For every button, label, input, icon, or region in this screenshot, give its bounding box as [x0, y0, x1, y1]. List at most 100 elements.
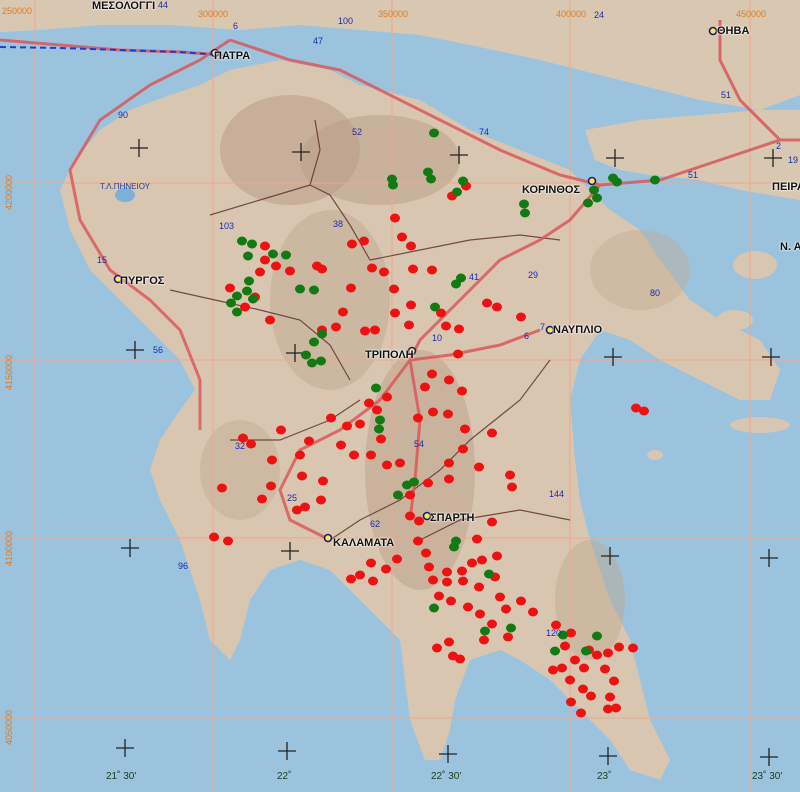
- point-green: [317, 329, 327, 339]
- city-label-mesologgi: ΜΕΣΟΛΟΓΓΙ: [92, 0, 156, 12]
- point-red: [570, 655, 580, 665]
- point-red: [460, 424, 470, 434]
- point-red: [639, 406, 649, 416]
- point-red: [326, 413, 336, 423]
- point-red: [390, 308, 400, 318]
- point-red: [611, 703, 621, 713]
- point-red: [455, 654, 465, 664]
- point-red: [342, 421, 352, 431]
- point-green: [371, 383, 381, 393]
- point-red: [364, 398, 374, 408]
- point-green: [484, 569, 494, 579]
- point-red: [507, 482, 517, 492]
- point-green: [451, 536, 461, 546]
- point-red: [267, 455, 277, 465]
- road-number: 62: [370, 519, 381, 529]
- point-red: [368, 576, 378, 586]
- road-number: 80: [650, 288, 661, 298]
- point-green: [295, 284, 305, 294]
- degree-label: 23˚: [597, 771, 612, 782]
- point-red: [420, 382, 430, 392]
- point-green: [456, 273, 466, 283]
- point-green: [393, 490, 403, 500]
- point-red: [474, 582, 484, 592]
- point-green: [650, 175, 660, 185]
- degree-label: 21˚ 30': [106, 771, 137, 782]
- point-red: [467, 558, 477, 568]
- city-label-pyrgos: ΠΥΡΓΟΣ: [120, 275, 165, 287]
- point-green: [243, 251, 253, 261]
- point-red: [346, 574, 356, 584]
- island-aegina: [717, 310, 753, 330]
- point-red: [349, 450, 359, 460]
- road-number: 44: [158, 0, 169, 10]
- point-red: [366, 558, 376, 568]
- city-label-kalamata: ΚΑΛΑΜΑΤΑ: [333, 537, 395, 549]
- road-number: 144: [549, 489, 565, 499]
- point-red: [347, 239, 357, 249]
- point-red: [603, 648, 613, 658]
- point-red: [516, 312, 526, 322]
- city-label-n-a: Ν. Α: [780, 241, 800, 253]
- point-red: [421, 548, 431, 558]
- point-red: [217, 483, 227, 493]
- point-red: [397, 232, 407, 242]
- point-red: [441, 321, 451, 331]
- city-label-tripoli: ΤΡΙΠΟΛΗ: [365, 349, 414, 361]
- point-red: [372, 405, 382, 415]
- point-red: [475, 609, 485, 619]
- grid-x-label: 450000: [736, 9, 767, 19]
- point-red: [346, 283, 356, 293]
- point-red: [487, 428, 497, 438]
- road-number: 2: [776, 141, 782, 151]
- point-red: [463, 602, 473, 612]
- point-red: [265, 315, 275, 325]
- point-green: [452, 187, 462, 197]
- point-red: [390, 213, 400, 223]
- point-red: [444, 375, 454, 385]
- point-red: [586, 691, 596, 701]
- point-red: [257, 494, 267, 504]
- point-red: [304, 436, 314, 446]
- point-green: [281, 250, 291, 260]
- point-red: [482, 298, 492, 308]
- point-red: [292, 505, 302, 515]
- point-red: [406, 241, 416, 251]
- point-red: [366, 450, 376, 460]
- city-label-sparti: ΣΠΑΡΤΗ: [430, 512, 475, 524]
- map-canvas[interactable]: ΜΕΣΟΛΟΓΓΙ ΠΑΤΡΑ ΚΟΡΙΝΘΟΣ ΠΥΡΓΟΣ ΤΡΙΠΟΛΗ …: [0, 0, 800, 792]
- point-red: [276, 425, 286, 435]
- road-number: 120: [546, 628, 562, 638]
- city-label-peiraias: ΠΕΙΡΑ: [772, 181, 800, 193]
- point-red: [614, 642, 624, 652]
- road-number: 90: [118, 110, 129, 120]
- point-red: [557, 663, 567, 673]
- grid-x-label: 250000: [2, 6, 33, 16]
- point-green: [316, 356, 326, 366]
- point-green: [519, 199, 529, 209]
- point-red: [414, 516, 424, 526]
- point-red: [318, 476, 328, 486]
- point-red: [376, 434, 386, 444]
- point-red: [379, 267, 389, 277]
- point-red: [255, 267, 265, 277]
- point-red: [432, 643, 442, 653]
- grid-x-label: 300000: [198, 9, 229, 19]
- island-spetses: [647, 450, 663, 460]
- point-red: [404, 320, 414, 330]
- point-red: [413, 536, 423, 546]
- point-red: [477, 555, 487, 565]
- point-red: [271, 261, 281, 271]
- point-green: [402, 480, 412, 490]
- point-red: [472, 534, 482, 544]
- point-red: [223, 536, 233, 546]
- point-green: [429, 128, 439, 138]
- point-red: [503, 632, 513, 642]
- road-number: 32: [235, 441, 246, 451]
- road-number: 25: [287, 493, 298, 503]
- point-green: [592, 631, 602, 641]
- point-red: [609, 676, 619, 686]
- point-green: [612, 177, 622, 187]
- point-green: [387, 174, 397, 184]
- point-red: [382, 392, 392, 402]
